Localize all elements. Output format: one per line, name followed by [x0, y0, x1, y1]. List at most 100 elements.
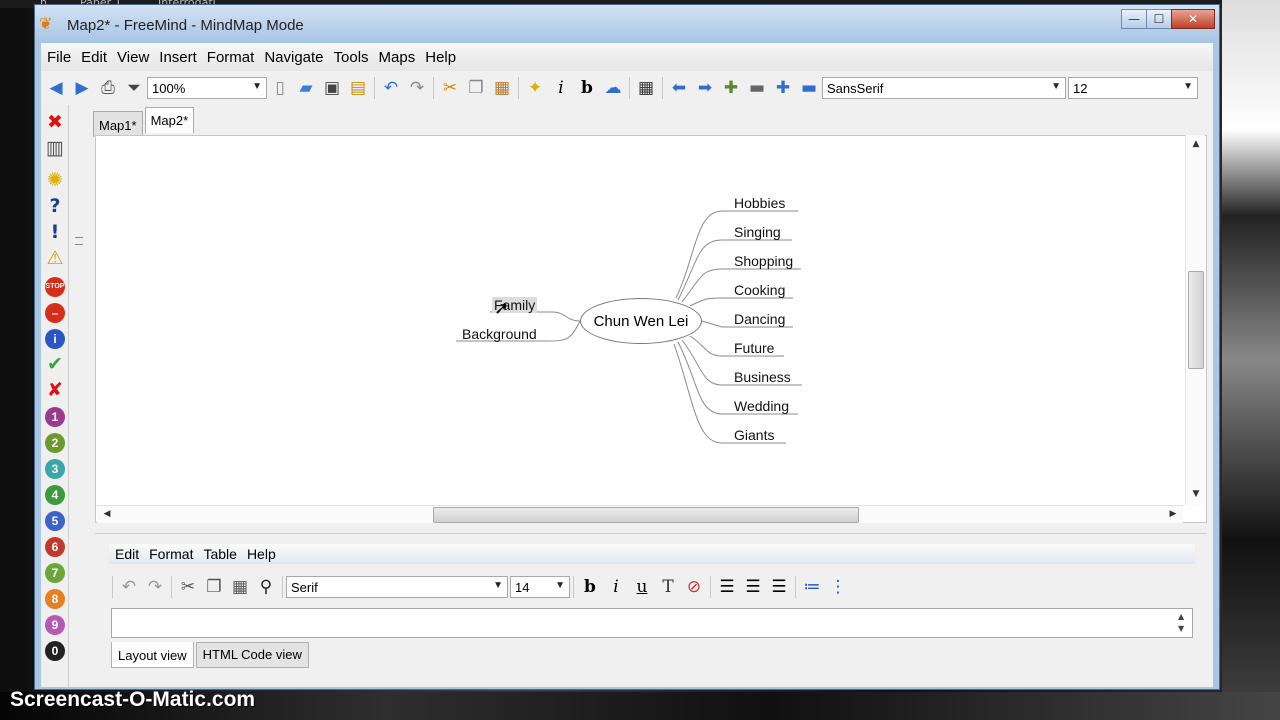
new-map-icon[interactable]: ▯ [267, 76, 293, 100]
close-button[interactable]: ✕ [1171, 9, 1215, 29]
mindmap-node-wedding[interactable]: Wedding [734, 398, 789, 414]
menu-format[interactable]: Format [203, 49, 259, 66]
editor-menu-help[interactable]: Help [243, 546, 280, 562]
tab-map1[interactable]: Map1* [93, 111, 143, 137]
menu-file[interactable]: File [43, 49, 75, 66]
undo-icon[interactable]: ↶ [378, 76, 404, 100]
mindmap-node-future[interactable]: Future [734, 340, 774, 356]
mindmap-node-hobbies[interactable]: Hobbies [734, 195, 785, 211]
add-blue-icon[interactable]: ✚ [770, 76, 796, 100]
vertical-scroll-thumb[interactable] [1188, 271, 1204, 369]
back-icon[interactable]: ◀ [43, 76, 69, 100]
editor-menu-edit[interactable]: Edit [111, 546, 143, 562]
check-icon[interactable]: ✔ [45, 353, 65, 375]
no-entry-icon[interactable]: – [45, 303, 65, 323]
mindmap-node-shopping[interactable]: Shopping [734, 253, 793, 269]
paste-icon[interactable]: ▦ [227, 575, 253, 599]
save-as-icon[interactable]: ▤ [345, 76, 371, 100]
editor-italic-icon[interactable]: i [603, 575, 629, 599]
trash-icon[interactable]: ▥ [45, 137, 65, 159]
paste-icon[interactable]: ▦ [489, 76, 515, 100]
stop-icon[interactable]: STOP [45, 277, 65, 297]
filter-icon[interactable]: ⏷ [121, 76, 147, 100]
scroll-right-icon[interactable]: ▶ [1165, 509, 1181, 519]
delete-icon[interactable]: ✖ [45, 111, 65, 133]
cross-icon[interactable]: ✘ [45, 379, 65, 401]
tab-map2[interactable]: Map2* [144, 107, 195, 133]
mindmap-node-business[interactable]: Business [734, 369, 791, 385]
editor-bold-icon[interactable]: b [577, 575, 603, 599]
menu-edit[interactable]: Edit [77, 49, 111, 66]
bold-icon[interactable]: b [574, 76, 600, 100]
scroll-left-icon[interactable]: ◀ [99, 509, 115, 519]
menu-insert[interactable]: Insert [155, 49, 201, 66]
copy-icon[interactable]: ❐ [201, 575, 227, 599]
numbered-list-icon[interactable]: ⋮ [825, 575, 851, 599]
editor-menu-format[interactable]: Format [145, 546, 197, 562]
editor-font-size-select[interactable]: 14 ▼ [510, 576, 570, 598]
minimize-button[interactable]: — [1121, 9, 1147, 29]
note-scroll-arrows[interactable]: ▲ ▼ [1178, 611, 1188, 635]
undo-icon[interactable]: ↶ [116, 575, 142, 599]
menu-navigate[interactable]: Navigate [260, 49, 327, 66]
note-text-area[interactable]: ▲ ▼ [111, 608, 1193, 638]
italic-icon[interactable]: i [548, 76, 574, 100]
horizontal-scroll-thumb[interactable] [433, 507, 859, 523]
find-binoculars-icon[interactable]: ⚲ [253, 575, 279, 599]
important-icon[interactable]: ! [45, 221, 65, 243]
redo-icon[interactable]: ↷ [404, 76, 430, 100]
font-family-select[interactable]: SansSerif ▼ [822, 77, 1066, 99]
mindmap-node-singing[interactable]: Singing [734, 224, 781, 240]
editor-menu-table[interactable]: Table [199, 546, 240, 562]
priority-6-icon[interactable]: 6 [45, 537, 65, 557]
remove-gray-icon[interactable]: ▬ [744, 76, 770, 100]
cut-icon[interactable]: ✂ [175, 575, 201, 599]
tab-layout-view[interactable]: Layout view [111, 642, 194, 668]
arrow-left-icon[interactable]: ⬅ [666, 76, 692, 100]
mindmap-root-node[interactable]: Chun Wen Lei [580, 298, 702, 344]
tab-html-code-view[interactable]: HTML Code view [195, 642, 309, 668]
forward-icon[interactable]: ▶ [69, 76, 95, 100]
priority-1-icon[interactable]: 1 [45, 407, 65, 427]
save-icon[interactable]: ▣ [319, 76, 345, 100]
text-color-icon[interactable]: T [655, 575, 681, 599]
mindmap-node-dancing[interactable]: Dancing [734, 311, 785, 327]
priority-8-icon[interactable]: 8 [45, 589, 65, 609]
priority-7-icon[interactable]: 7 [45, 563, 65, 583]
align-left-icon[interactable]: ☰ [714, 575, 740, 599]
redo-icon[interactable]: ↷ [142, 575, 168, 599]
scroll-down-icon[interactable]: ▼ [1188, 489, 1204, 499]
priority-2-icon[interactable]: 2 [45, 433, 65, 453]
warning-icon[interactable]: ⚠ [45, 247, 65, 269]
remove-blue-icon[interactable]: ▬ [796, 76, 822, 100]
mindmap-node-background[interactable]: Background [462, 326, 537, 342]
grid-icon[interactable]: ▦ [633, 76, 659, 100]
print-icon[interactable]: ⎙ [95, 76, 121, 100]
info-icon[interactable]: i [45, 329, 65, 349]
palette-resize-handle[interactable] [71, 105, 85, 325]
scroll-up-icon[interactable]: ▲ [1188, 139, 1204, 149]
priority-0-icon[interactable]: 0 [45, 641, 65, 661]
priority-9-icon[interactable]: 9 [45, 615, 65, 635]
question-icon[interactable]: ? [45, 195, 65, 217]
bullet-list-icon[interactable]: ≔ [799, 575, 825, 599]
idea-icon[interactable]: ✺ [45, 169, 65, 191]
menu-help[interactable]: Help [421, 49, 460, 66]
menu-view[interactable]: View [113, 49, 153, 66]
maximize-button[interactable]: ☐ [1146, 9, 1172, 29]
priority-3-icon[interactable]: 3 [45, 459, 65, 479]
vertical-scrollbar[interactable]: ▲ ▼ [1185, 135, 1205, 505]
title-bar[interactable]: ❦ Map2* - FreeMind - MindMap Mode — ☐ ✕ [35, 5, 1219, 43]
clear-format-icon[interactable]: ⊘ [681, 575, 707, 599]
add-green-icon[interactable]: ✚ [718, 76, 744, 100]
cloud-icon[interactable]: ☁ [600, 76, 626, 100]
priority-4-icon[interactable]: 4 [45, 485, 65, 505]
editor-underline-icon[interactable]: u [629, 575, 655, 599]
menu-maps[interactable]: Maps [375, 49, 420, 66]
align-center-icon[interactable]: ☰ [740, 575, 766, 599]
editor-font-family-select[interactable]: Serif ▼ [286, 576, 508, 598]
arrow-right-icon[interactable]: ➡ [692, 76, 718, 100]
mindmap-node-giants[interactable]: Giants [734, 427, 774, 443]
mindmap-node-cooking[interactable]: Cooking [734, 282, 785, 298]
font-size-select[interactable]: 12 ▼ [1068, 77, 1198, 99]
